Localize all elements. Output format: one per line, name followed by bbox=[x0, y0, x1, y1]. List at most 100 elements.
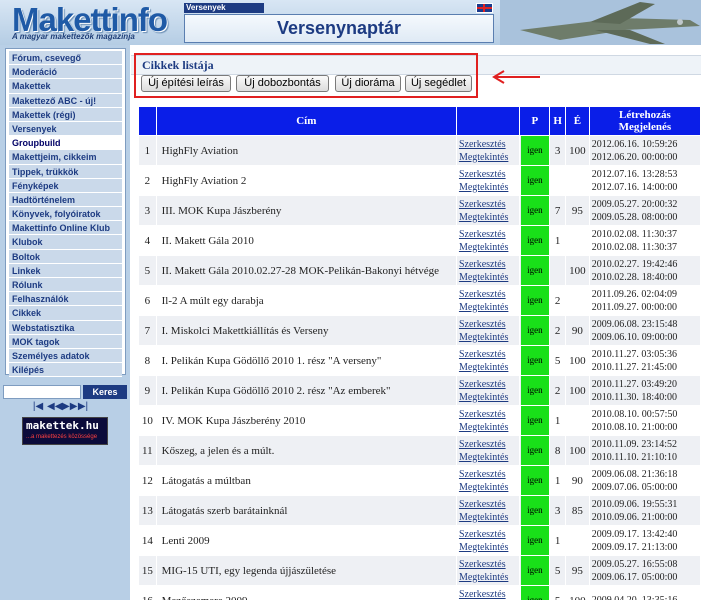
sidebar-item[interactable]: Makettező ABC - új! bbox=[9, 93, 122, 108]
sidebar-item[interactable]: Versenyek bbox=[9, 121, 122, 137]
col-e-header[interactable]: É bbox=[565, 107, 589, 135]
prev-page-icon[interactable]: ◀◀ bbox=[47, 401, 62, 413]
sidebar-item[interactable]: Makettek bbox=[9, 79, 122, 94]
published-badge: igen bbox=[520, 226, 549, 255]
table-row: 2 HighFly Aviation 2 Szerkesztés Megtekinté… bbox=[139, 166, 700, 195]
sidebar-item[interactable]: MOK tagok bbox=[9, 334, 122, 349]
view-link[interactable]: Megtekintés bbox=[459, 361, 519, 374]
view-link[interactable]: Megtekintés bbox=[459, 211, 519, 224]
col-p-header[interactable]: P bbox=[520, 107, 550, 135]
view-link[interactable]: Megtekintés bbox=[459, 301, 519, 314]
view-link[interactable]: Megtekintés bbox=[459, 241, 519, 254]
col-dates-header[interactable]: Létrehozás Megjelenés bbox=[589, 107, 700, 135]
english-flag-icon[interactable] bbox=[476, 3, 493, 13]
view-link[interactable]: Megtekintés bbox=[459, 181, 519, 194]
sidebar-item[interactable]: Rólunk bbox=[9, 278, 122, 293]
sidebar-item[interactable]: Linkek bbox=[9, 263, 122, 278]
row-rating bbox=[565, 406, 589, 435]
published-badge: igen bbox=[520, 496, 549, 525]
row-links: SzerkesztésMegtekintés bbox=[456, 136, 520, 165]
row-number: 12 bbox=[139, 466, 156, 495]
sidebar-item[interactable]: Fórum, csevegő bbox=[9, 51, 122, 66]
created-date: 2009.05.27. 16:55:08 bbox=[591, 558, 678, 570]
published-badge: igen bbox=[520, 136, 549, 165]
first-page-icon[interactable]: |◀ bbox=[32, 401, 44, 413]
created-date: 2009.09.17. 13:42:40 bbox=[591, 528, 678, 540]
edit-link[interactable]: Szerkesztés bbox=[459, 288, 519, 301]
sidebar-item[interactable]: Boltok bbox=[9, 249, 122, 264]
row-title: I. Miskolci Makettkiállítás és Verseny bbox=[156, 316, 456, 345]
view-link[interactable]: Megtekintés bbox=[459, 481, 519, 494]
edit-link[interactable]: Szerkesztés bbox=[459, 558, 519, 571]
view-link[interactable]: Megtekintés bbox=[459, 271, 519, 284]
edit-link[interactable]: Szerkesztés bbox=[459, 318, 519, 331]
edit-link[interactable]: Szerkesztés bbox=[459, 378, 519, 391]
edit-link[interactable]: Szerkesztés bbox=[459, 408, 519, 421]
edit-link[interactable]: Szerkesztés bbox=[459, 498, 519, 511]
edit-link[interactable]: Szerkesztés bbox=[459, 198, 519, 211]
sidebar-item[interactable]: Klubok bbox=[9, 235, 122, 250]
sidebar-item[interactable]: Cikkek bbox=[9, 306, 122, 321]
edit-link[interactable]: Szerkesztés bbox=[459, 468, 519, 481]
sidebar-item[interactable]: Makettinfo Online Klub bbox=[9, 221, 122, 236]
edit-link[interactable]: Szerkesztés bbox=[459, 348, 519, 361]
search-button[interactable]: Keres bbox=[83, 385, 127, 399]
sidebar-item[interactable]: Tippek, trükkök bbox=[9, 164, 122, 179]
aircraft-illustration bbox=[500, 0, 701, 45]
view-link[interactable]: Megtekintés bbox=[459, 331, 519, 344]
table-row: 15 MIG-15 UTI, egy legenda újjászületése S… bbox=[139, 556, 700, 585]
site-tagline: A magyar makettezők magazinja bbox=[12, 32, 135, 41]
row-links: SzerkesztésMegtekintés bbox=[456, 436, 520, 465]
edit-link[interactable]: Szerkesztés bbox=[459, 258, 519, 271]
row-links: SzerkesztésMegtekintés bbox=[456, 226, 520, 255]
makettek-banner[interactable]: makettek.hu ...a makettezés közössége bbox=[22, 417, 108, 445]
view-link[interactable]: Megtekintés bbox=[459, 541, 519, 554]
sidebar-item[interactable]: Kilépés bbox=[9, 363, 122, 378]
new-help-button[interactable]: Új segédlet bbox=[405, 75, 472, 92]
view-link[interactable]: Megtekintés bbox=[459, 571, 519, 584]
view-link[interactable]: Megtekintés bbox=[459, 151, 519, 164]
next-page-icon[interactable]: ▶▶ bbox=[62, 401, 77, 413]
sidebar-item[interactable]: Webstatisztika bbox=[9, 320, 122, 335]
sidebar-item[interactable]: Hadtörténelem bbox=[9, 192, 122, 208]
last-page-icon[interactable]: ▶| bbox=[77, 401, 89, 413]
view-link[interactable]: Megtekintés bbox=[459, 511, 519, 524]
sidebar-item[interactable]: Makettek (régi) bbox=[9, 107, 122, 122]
sidebar-nav: Fórum, csevegő Moderáció Makettek Makettező… bbox=[5, 48, 126, 378]
edit-link[interactable]: Szerkesztés bbox=[459, 438, 519, 451]
row-comments: 3 bbox=[550, 496, 565, 525]
new-box-button[interactable]: Új dobozbontás bbox=[236, 75, 329, 92]
new-diorama-button[interactable]: Új dioráma bbox=[335, 75, 401, 92]
table-row: 13 Látogatás szerb barátainknál Szerkeszté… bbox=[139, 496, 700, 525]
search-input[interactable] bbox=[3, 385, 81, 399]
banner-subtitle: ...a makettezés közössége bbox=[26, 434, 98, 440]
row-published: igen bbox=[520, 316, 550, 345]
sidebar: Fórum, csevegő Moderáció Makettek Makettező… bbox=[0, 45, 130, 600]
row-number: 10 bbox=[139, 406, 156, 435]
view-link[interactable]: Megtekintés bbox=[459, 421, 519, 434]
published-badge: igen bbox=[520, 406, 549, 435]
sidebar-item[interactable]: Moderáció bbox=[9, 65, 122, 80]
col-title-header[interactable]: Cím bbox=[156, 107, 456, 135]
sidebar-item[interactable]: Makettjeim, cikkeim bbox=[9, 150, 122, 165]
sidebar-item[interactable]: Felhasználók bbox=[9, 292, 122, 307]
edit-link[interactable]: Szerkesztés bbox=[459, 138, 519, 151]
sidebar-item[interactable]: Groupbuild bbox=[9, 136, 122, 151]
row-links: SzerkesztésMegtekintés bbox=[456, 166, 520, 195]
edit-link[interactable]: Szerkesztés bbox=[459, 228, 519, 241]
row-comments: 5 bbox=[550, 346, 565, 375]
row-dates: 2012.06.16. 10:59:26 2012.06.20. 00:00:00 bbox=[589, 136, 700, 165]
edit-link[interactable]: Szerkesztés bbox=[459, 528, 519, 541]
row-title: Látogatás szerb barátainknál bbox=[156, 496, 456, 525]
view-link[interactable]: Megtekintés bbox=[459, 391, 519, 404]
new-build-button[interactable]: Új építési leírás bbox=[141, 75, 231, 92]
view-link[interactable]: Megtekintés bbox=[459, 451, 519, 464]
sidebar-item[interactable]: Személyes adatok bbox=[9, 348, 122, 364]
sidebar-item[interactable]: Fényképek bbox=[9, 178, 122, 193]
col-h-header[interactable]: H bbox=[550, 107, 565, 135]
edit-link[interactable]: Szerkesztés bbox=[459, 588, 519, 600]
table-row: 11 Kőszeg, a jelen és a múlt. Szerkesztés M… bbox=[139, 436, 700, 465]
edit-link[interactable]: Szerkesztés bbox=[459, 168, 519, 181]
row-dates: 2012.07.16. 13:28:53 2012.07.16. 14:00:00 bbox=[589, 166, 700, 195]
sidebar-item[interactable]: Könyvek, folyóiratok bbox=[9, 207, 122, 222]
